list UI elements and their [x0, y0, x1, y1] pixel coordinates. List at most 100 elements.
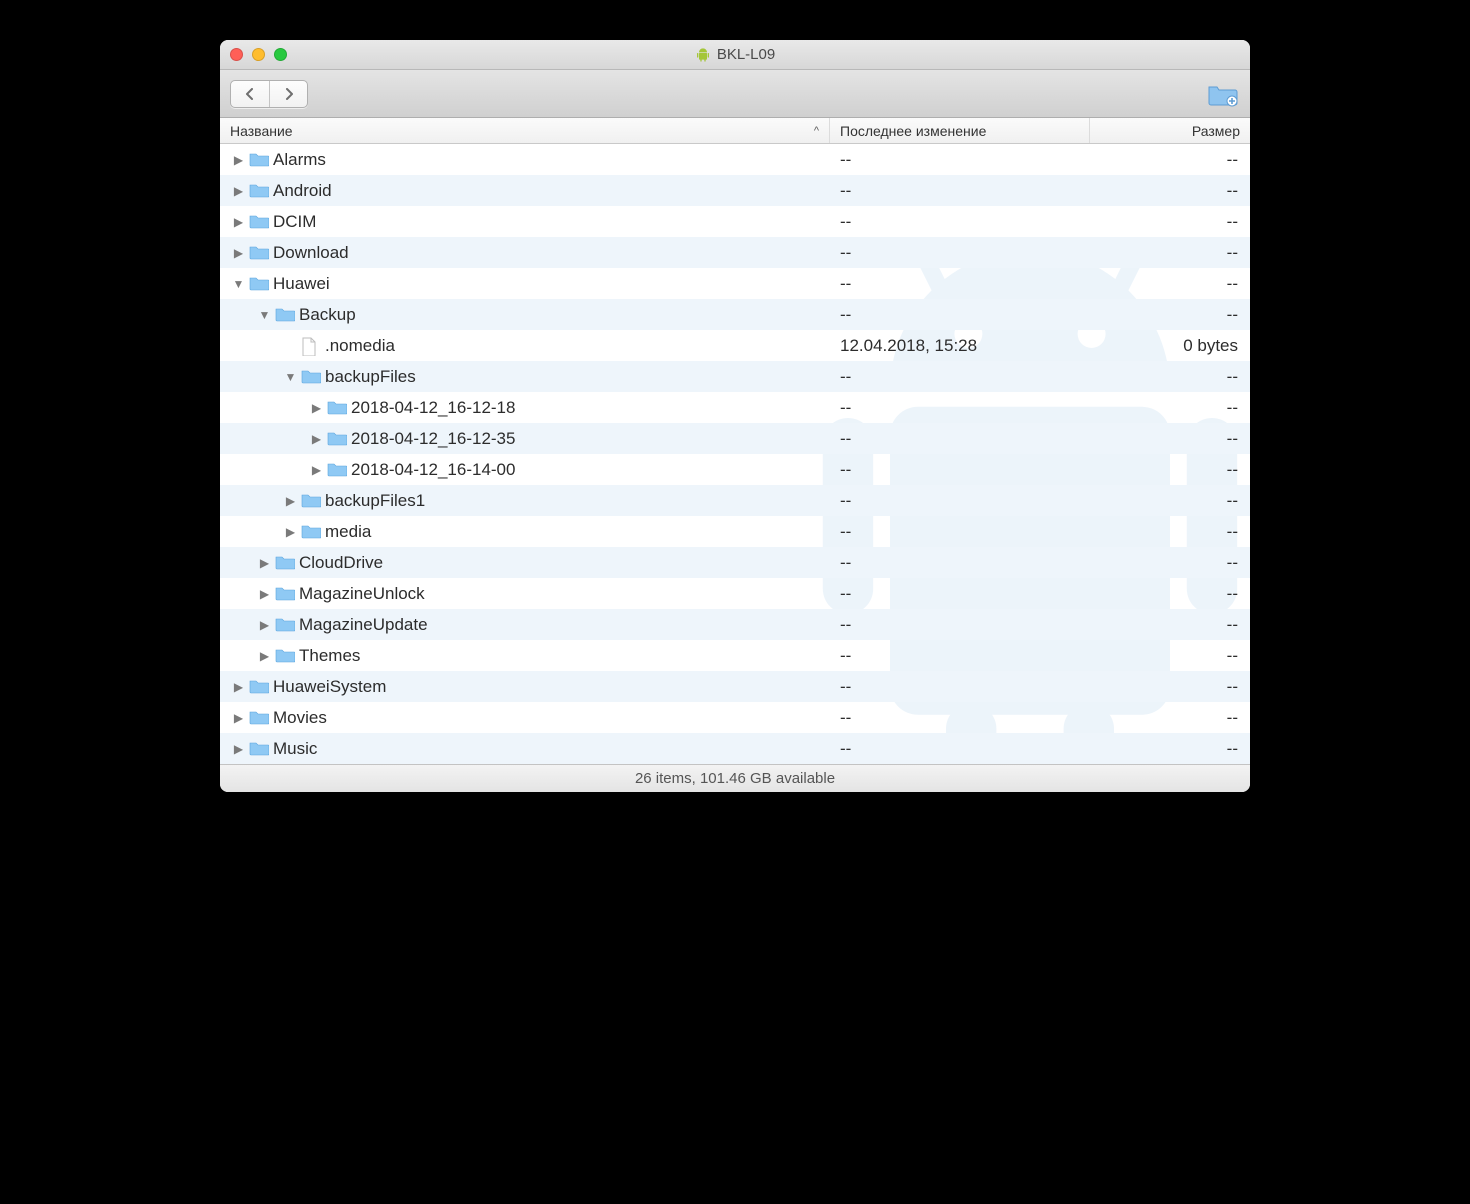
- item-name: MagazineUnlock: [299, 584, 425, 604]
- item-modified: --: [830, 150, 1090, 170]
- close-window-button[interactable]: [230, 48, 243, 61]
- folder-icon: [327, 461, 347, 479]
- column-header-size[interactable]: Размер: [1090, 118, 1250, 143]
- folder-row[interactable]: ▶CloudDrive----: [220, 547, 1250, 578]
- folder-row[interactable]: ▶MagazineUpdate----: [220, 609, 1250, 640]
- item-modified: --: [830, 460, 1090, 480]
- back-button[interactable]: [231, 81, 269, 107]
- item-size: --: [1090, 739, 1250, 759]
- disclosure-open-icon[interactable]: ▼: [232, 277, 245, 291]
- folder-row[interactable]: ▶ Alarms ----: [220, 144, 1250, 175]
- status-text: 26 items, 101.46 GB available: [635, 770, 835, 787]
- item-name: 2018-04-12_16-14-00: [351, 460, 515, 480]
- folder-row[interactable]: ▶2018-04-12_16-12-18----: [220, 392, 1250, 423]
- folder-icon: [249, 151, 269, 169]
- folder-row[interactable]: ▶backupFiles1----: [220, 485, 1250, 516]
- item-name: Alarms: [273, 150, 326, 170]
- folder-icon: [249, 244, 269, 262]
- folder-row[interactable]: ▼Huawei----: [220, 268, 1250, 299]
- item-name: Android: [273, 181, 332, 201]
- item-name: DCIM: [273, 212, 316, 232]
- folder-row[interactable]: ▶HuaweiSystem----: [220, 671, 1250, 702]
- minimize-window-button[interactable]: [252, 48, 265, 61]
- item-modified: --: [830, 553, 1090, 573]
- folder-row[interactable]: ▶2018-04-12_16-12-35----: [220, 423, 1250, 454]
- item-size: --: [1090, 150, 1250, 170]
- item-name: HuaweiSystem: [273, 677, 386, 697]
- folder-icon: [327, 430, 347, 448]
- folder-row[interactable]: ▶ Music ----: [220, 733, 1250, 764]
- disclosure-closed-icon[interactable]: ▶: [258, 587, 271, 601]
- file-row[interactable]: .nomedia12.04.2018, 15:280 bytes: [220, 330, 1250, 361]
- sort-ascending-icon: ^: [814, 125, 819, 137]
- folder-row[interactable]: ▶media----: [220, 516, 1250, 547]
- item-modified: --: [830, 739, 1090, 759]
- disclosure-open-icon[interactable]: ▼: [258, 308, 271, 322]
- folder-row[interactable]: ▶Movies----: [220, 702, 1250, 733]
- window-controls: [230, 48, 287, 61]
- folder-icon: [275, 585, 295, 603]
- item-name: Themes: [299, 646, 360, 666]
- folder-icon: [249, 709, 269, 727]
- disclosure-closed-icon[interactable]: ▶: [232, 711, 245, 725]
- item-name: media: [325, 522, 371, 542]
- column-header-name[interactable]: Название ^: [220, 118, 830, 143]
- item-modified: --: [830, 708, 1090, 728]
- forward-button[interactable]: [269, 81, 307, 107]
- new-folder-button[interactable]: [1206, 81, 1240, 107]
- item-modified: --: [830, 398, 1090, 418]
- disclosure-closed-icon[interactable]: ▶: [232, 742, 245, 756]
- column-header-name-label: Название: [230, 123, 293, 139]
- disclosure-closed-icon[interactable]: ▶: [258, 649, 271, 663]
- disclosure-closed-icon[interactable]: ▶: [258, 556, 271, 570]
- item-size: --: [1090, 367, 1250, 387]
- disclosure-closed-icon[interactable]: ▶: [284, 525, 297, 539]
- folder-row[interactable]: ▼Backup----: [220, 299, 1250, 330]
- zoom-window-button[interactable]: [274, 48, 287, 61]
- item-size: --: [1090, 584, 1250, 604]
- item-size: --: [1090, 677, 1250, 697]
- column-headers: Название ^ Последнее изменение Размер: [220, 118, 1250, 144]
- folder-icon: [249, 182, 269, 200]
- item-modified: --: [830, 181, 1090, 201]
- item-name: Backup: [299, 305, 356, 325]
- disclosure-closed-icon[interactable]: ▶: [284, 494, 297, 508]
- folder-row[interactable]: ▶Download----: [220, 237, 1250, 268]
- folder-row[interactable]: ▶DCIM----: [220, 206, 1250, 237]
- toolbar: [220, 70, 1250, 118]
- nav-buttons: [230, 80, 308, 108]
- file-list[interactable]: ▶Alarms----▶Android----▶DCIM----▶Downloa…: [220, 144, 1250, 764]
- disclosure-closed-icon[interactable]: ▶: [232, 215, 245, 229]
- item-name: Music: [273, 739, 317, 759]
- disclosure-open-icon[interactable]: ▼: [284, 370, 297, 384]
- item-size: --: [1090, 305, 1250, 325]
- column-header-modified[interactable]: Последнее изменение: [830, 118, 1090, 143]
- folder-row[interactable]: ▶MagazineUnlock----: [220, 578, 1250, 609]
- item-modified: --: [830, 243, 1090, 263]
- disclosure-closed-icon[interactable]: ▶: [232, 680, 245, 694]
- folder-icon: [249, 275, 269, 293]
- disclosure-closed-icon[interactable]: ▶: [258, 618, 271, 632]
- folder-row[interactable]: ▶Themes----: [220, 640, 1250, 671]
- item-modified: --: [830, 646, 1090, 666]
- item-name: CloudDrive: [299, 553, 383, 573]
- item-modified: --: [830, 212, 1090, 232]
- disclosure-closed-icon[interactable]: ▶: [232, 184, 245, 198]
- disclosure-closed-icon[interactable]: ▶: [310, 463, 323, 477]
- window-title: BKL-L09: [220, 46, 1250, 63]
- column-header-size-label: Размер: [1192, 123, 1240, 139]
- folder-row[interactable]: ▼backupFiles----: [220, 361, 1250, 392]
- titlebar[interactable]: BKL-L09: [220, 40, 1250, 70]
- disclosure-closed-icon[interactable]: ▶: [232, 153, 245, 167]
- item-size: --: [1090, 398, 1250, 418]
- folder-icon: [249, 213, 269, 231]
- item-name: 2018-04-12_16-12-35: [351, 429, 515, 449]
- disclosure-closed-icon[interactable]: ▶: [232, 246, 245, 260]
- disclosure-closed-icon[interactable]: ▶: [310, 432, 323, 446]
- disclosure-closed-icon[interactable]: ▶: [310, 401, 323, 415]
- item-name: .nomedia: [325, 336, 395, 356]
- folder-row[interactable]: ▶Android----: [220, 175, 1250, 206]
- android-icon: [695, 47, 711, 63]
- folder-row[interactable]: ▶2018-04-12_16-14-00----: [220, 454, 1250, 485]
- folder-icon: [301, 523, 321, 541]
